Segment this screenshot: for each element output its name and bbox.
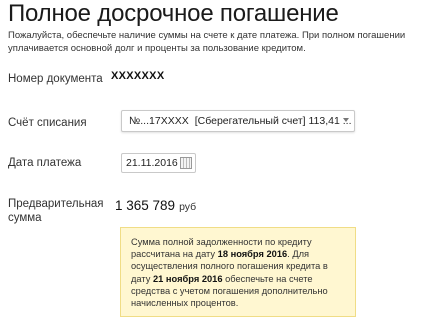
document-number-label: Номер документа: [8, 73, 103, 85]
early-repayment-page: Полное досрочное погашение Пожалуйста, о…: [0, 0, 423, 320]
preliminary-amount: 1 365 789 руб: [115, 198, 196, 213]
payment-date-field[interactable]: 21.11.2016: [121, 153, 196, 173]
preliminary-amount-label-line2: сумма: [8, 212, 42, 224]
document-number-value: XXXXXXX: [111, 70, 165, 82]
account-description: [Сберегательный счет] 113,41 ...: [194, 115, 352, 127]
debit-account-label: Счёт списания: [8, 117, 87, 129]
info-date-1: 18 ноября 2016: [217, 249, 288, 260]
chevron-down-icon[interactable]: [343, 118, 349, 122]
preliminary-amount-currency: руб: [179, 201, 197, 213]
info-notice-text: Сумма полной задолженности по кредиту ра…: [131, 236, 347, 309]
preliminary-amount-value: 1 365 789: [115, 198, 176, 213]
payment-date-value: 21.11.2016: [126, 157, 178, 169]
page-note: Пожалуйста, обеспечьте наличие суммы на …: [8, 30, 406, 54]
preliminary-amount-label: Предварительная сумма: [8, 197, 104, 225]
page-title: Полное досрочное погашение: [8, 0, 339, 27]
info-date-2: 21 ноября 2016: [153, 273, 223, 284]
preliminary-amount-label-line1: Предварительная: [8, 198, 104, 210]
calendar-icon[interactable]: [180, 157, 192, 169]
account-number: №...17XXXX: [129, 115, 189, 127]
info-notice-box: Сумма полной задолженности по кредиту ра…: [120, 227, 356, 317]
payment-date-label: Дата платежа: [8, 157, 82, 169]
debit-account-select[interactable]: №...17XXXX [Сберегательный счет] 113,41 …: [121, 110, 355, 132]
